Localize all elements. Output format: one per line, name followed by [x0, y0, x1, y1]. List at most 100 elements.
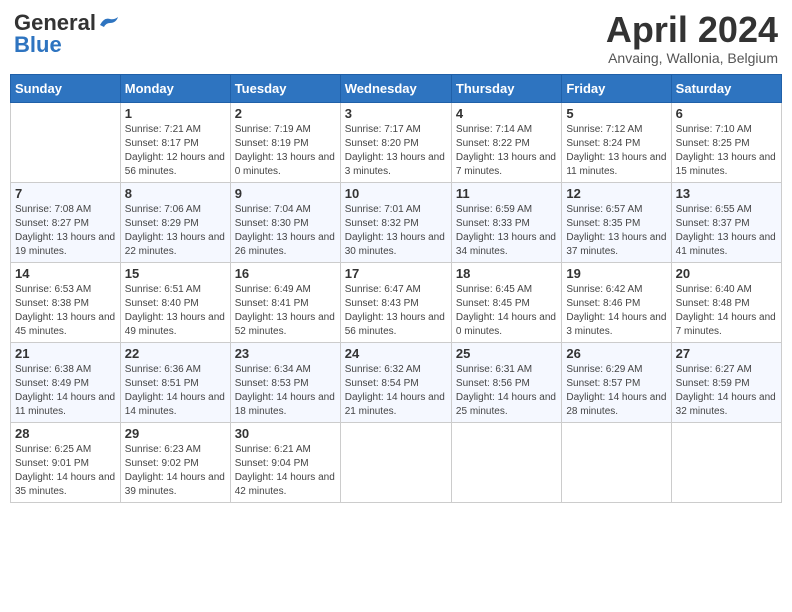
header-friday: Friday [562, 74, 671, 102]
calendar-cell-w3-d7: 20 Sunrise: 6:40 AMSunset: 8:48 PMDayligh… [671, 262, 781, 342]
day-number: 5 [566, 106, 666, 121]
header-sunday: Sunday [11, 74, 121, 102]
day-info: Sunrise: 6:53 AMSunset: 8:38 PMDaylight:… [15, 283, 116, 339]
calendar-cell-w2-d6: 12Sunrise: 6:57 AMSunset: 8:35 PMDayligh… [562, 182, 671, 262]
day-number: 6 [676, 106, 777, 121]
calendar-cell-w3-d4: 17 Sunrise: 6:47 AMSunset: 8:43 PMDayligh… [340, 262, 451, 342]
calendar-cell-w1-d2: 1 Sunrise: 7:21 AMSunset: 8:17 PMDaylight… [120, 102, 230, 182]
calendar-cell-w4-d1: 21Sunrise: 6:38 AMSunset: 8:49 PMDayligh… [11, 342, 121, 422]
logo-text-blue: Blue [14, 32, 62, 58]
day-number: 15 [125, 266, 226, 281]
calendar-cell-w4-d5: 25 Sunrise: 6:31 AMSunset: 8:56 PMDayligh… [451, 342, 561, 422]
day-info: Sunrise: 7:14 AMSunset: 8:22 PMDaylight:… [456, 123, 557, 179]
calendar-cell-w3-d5: 18 Sunrise: 6:45 AMSunset: 8:45 PMDayligh… [451, 262, 561, 342]
day-info: Sunrise: 6:34 AMSunset: 8:53 PMDaylight:… [235, 363, 336, 419]
day-number: 16 [235, 266, 336, 281]
day-number: 9 [235, 186, 336, 201]
day-info: Sunrise: 6:40 AMSunset: 8:48 PMDaylight:… [676, 283, 777, 339]
calendar-cell-w5-d1: 28Sunrise: 6:25 AMSunset: 9:01 PMDayligh… [11, 422, 121, 502]
day-info: Sunrise: 6:29 AMSunset: 8:57 PMDaylight:… [566, 363, 666, 419]
calendar-cell-w1-d1 [11, 102, 121, 182]
day-info: Sunrise: 6:21 AMSunset: 9:04 PMDaylight:… [235, 443, 336, 499]
calendar-cell-w1-d6: 5 Sunrise: 7:12 AMSunset: 8:24 PMDaylight… [562, 102, 671, 182]
calendar-week-3: 14 Sunrise: 6:53 AMSunset: 8:38 PMDayligh… [11, 262, 782, 342]
calendar-cell-w2-d4: 10 Sunrise: 7:01 AMSunset: 8:32 PMDayligh… [340, 182, 451, 262]
day-number: 14 [15, 266, 116, 281]
calendar-header-row: Sunday Monday Tuesday Wednesday Thursday… [11, 74, 782, 102]
day-info: Sunrise: 6:47 AMSunset: 8:43 PMDaylight:… [345, 283, 447, 339]
day-info: Sunrise: 7:08 AMSunset: 8:27 PMDaylight:… [15, 203, 116, 259]
day-number: 10 [345, 186, 447, 201]
calendar-week-1: 1 Sunrise: 7:21 AMSunset: 8:17 PMDaylight… [11, 102, 782, 182]
header-saturday: Saturday [671, 74, 781, 102]
day-number: 1 [125, 106, 226, 121]
calendar-cell-w2-d2: 8 Sunrise: 7:06 AMSunset: 8:29 PMDaylight… [120, 182, 230, 262]
day-info: Sunrise: 6:42 AMSunset: 8:46 PMDaylight:… [566, 283, 666, 339]
calendar-cell-w5-d7 [671, 422, 781, 502]
month-title: April 2024 [606, 10, 778, 50]
day-info: Sunrise: 6:31 AMSunset: 8:56 PMDaylight:… [456, 363, 557, 419]
calendar-week-4: 21Sunrise: 6:38 AMSunset: 8:49 PMDayligh… [11, 342, 782, 422]
calendar-cell-w1-d3: 2Sunrise: 7:19 AMSunset: 8:19 PMDaylight… [230, 102, 340, 182]
calendar-week-5: 28Sunrise: 6:25 AMSunset: 9:01 PMDayligh… [11, 422, 782, 502]
day-info: Sunrise: 6:23 AMSunset: 9:02 PMDaylight:… [125, 443, 226, 499]
day-info: Sunrise: 7:04 AMSunset: 8:30 PMDaylight:… [235, 203, 336, 259]
calendar-cell-w5-d3: 30Sunrise: 6:21 AMSunset: 9:04 PMDayligh… [230, 422, 340, 502]
day-number: 8 [125, 186, 226, 201]
day-number: 20 [676, 266, 777, 281]
day-info: Sunrise: 6:45 AMSunset: 8:45 PMDaylight:… [456, 283, 557, 339]
calendar-week-2: 7 Sunrise: 7:08 AMSunset: 8:27 PMDaylight… [11, 182, 782, 262]
day-info: Sunrise: 6:55 AMSunset: 8:37 PMDaylight:… [676, 203, 777, 259]
day-number: 18 [456, 266, 557, 281]
day-info: Sunrise: 6:36 AMSunset: 8:51 PMDaylight:… [125, 363, 226, 419]
calendar-cell-w2-d1: 7 Sunrise: 7:08 AMSunset: 8:27 PMDaylight… [11, 182, 121, 262]
header-thursday: Thursday [451, 74, 561, 102]
day-info: Sunrise: 6:25 AMSunset: 9:01 PMDaylight:… [15, 443, 116, 499]
day-number: 24 [345, 346, 447, 361]
day-number: 25 [456, 346, 557, 361]
logo-bird-icon [98, 15, 120, 31]
calendar-cell-w2-d5: 11Sunrise: 6:59 AMSunset: 8:33 PMDayligh… [451, 182, 561, 262]
title-block: April 2024 Anvaing, Wallonia, Belgium [606, 10, 778, 66]
header-wednesday: Wednesday [340, 74, 451, 102]
day-info: Sunrise: 7:21 AMSunset: 8:17 PMDaylight:… [125, 123, 226, 179]
header-tuesday: Tuesday [230, 74, 340, 102]
calendar-cell-w5-d2: 29 Sunrise: 6:23 AMSunset: 9:02 PMDayligh… [120, 422, 230, 502]
calendar-cell-w2-d3: 9 Sunrise: 7:04 AMSunset: 8:30 PMDaylight… [230, 182, 340, 262]
calendar-cell-w4-d6: 26 Sunrise: 6:29 AMSunset: 8:57 PMDayligh… [562, 342, 671, 422]
calendar-cell-w5-d4 [340, 422, 451, 502]
day-number: 26 [566, 346, 666, 361]
day-info: Sunrise: 7:06 AMSunset: 8:29 PMDaylight:… [125, 203, 226, 259]
calendar-cell-w3-d2: 15 Sunrise: 6:51 AMSunset: 8:40 PMDayligh… [120, 262, 230, 342]
day-info: Sunrise: 6:49 AMSunset: 8:41 PMDaylight:… [235, 283, 336, 339]
day-info: Sunrise: 6:51 AMSunset: 8:40 PMDaylight:… [125, 283, 226, 339]
calendar-cell-w5-d6 [562, 422, 671, 502]
day-number: 22 [125, 346, 226, 361]
location-subtitle: Anvaing, Wallonia, Belgium [606, 50, 778, 66]
page-header: General Blue April 2024 Anvaing, Walloni… [10, 10, 782, 66]
day-info: Sunrise: 7:17 AMSunset: 8:20 PMDaylight:… [345, 123, 447, 179]
day-number: 27 [676, 346, 777, 361]
day-number: 13 [676, 186, 777, 201]
day-number: 7 [15, 186, 116, 201]
calendar-cell-w3-d3: 16 Sunrise: 6:49 AMSunset: 8:41 PMDayligh… [230, 262, 340, 342]
day-number: 29 [125, 426, 226, 441]
day-info: Sunrise: 6:38 AMSunset: 8:49 PMDaylight:… [15, 363, 116, 419]
day-info: Sunrise: 7:10 AMSunset: 8:25 PMDaylight:… [676, 123, 777, 179]
header-monday: Monday [120, 74, 230, 102]
day-info: Sunrise: 6:27 AMSunset: 8:59 PMDaylight:… [676, 363, 777, 419]
day-info: Sunrise: 6:57 AMSunset: 8:35 PMDaylight:… [566, 203, 666, 259]
day-number: 19 [566, 266, 666, 281]
day-number: 17 [345, 266, 447, 281]
calendar-cell-w4-d7: 27 Sunrise: 6:27 AMSunset: 8:59 PMDayligh… [671, 342, 781, 422]
calendar-cell-w5-d5 [451, 422, 561, 502]
day-number: 11 [456, 186, 557, 201]
calendar-cell-w1-d5: 4 Sunrise: 7:14 AMSunset: 8:22 PMDaylight… [451, 102, 561, 182]
day-info: Sunrise: 7:12 AMSunset: 8:24 PMDaylight:… [566, 123, 666, 179]
calendar-cell-w3-d6: 19 Sunrise: 6:42 AMSunset: 8:46 PMDayligh… [562, 262, 671, 342]
day-number: 23 [235, 346, 336, 361]
day-info: Sunrise: 7:01 AMSunset: 8:32 PMDaylight:… [345, 203, 447, 259]
day-number: 4 [456, 106, 557, 121]
day-number: 2 [235, 106, 336, 121]
calendar-cell-w1-d4: 3Sunrise: 7:17 AMSunset: 8:20 PMDaylight… [340, 102, 451, 182]
